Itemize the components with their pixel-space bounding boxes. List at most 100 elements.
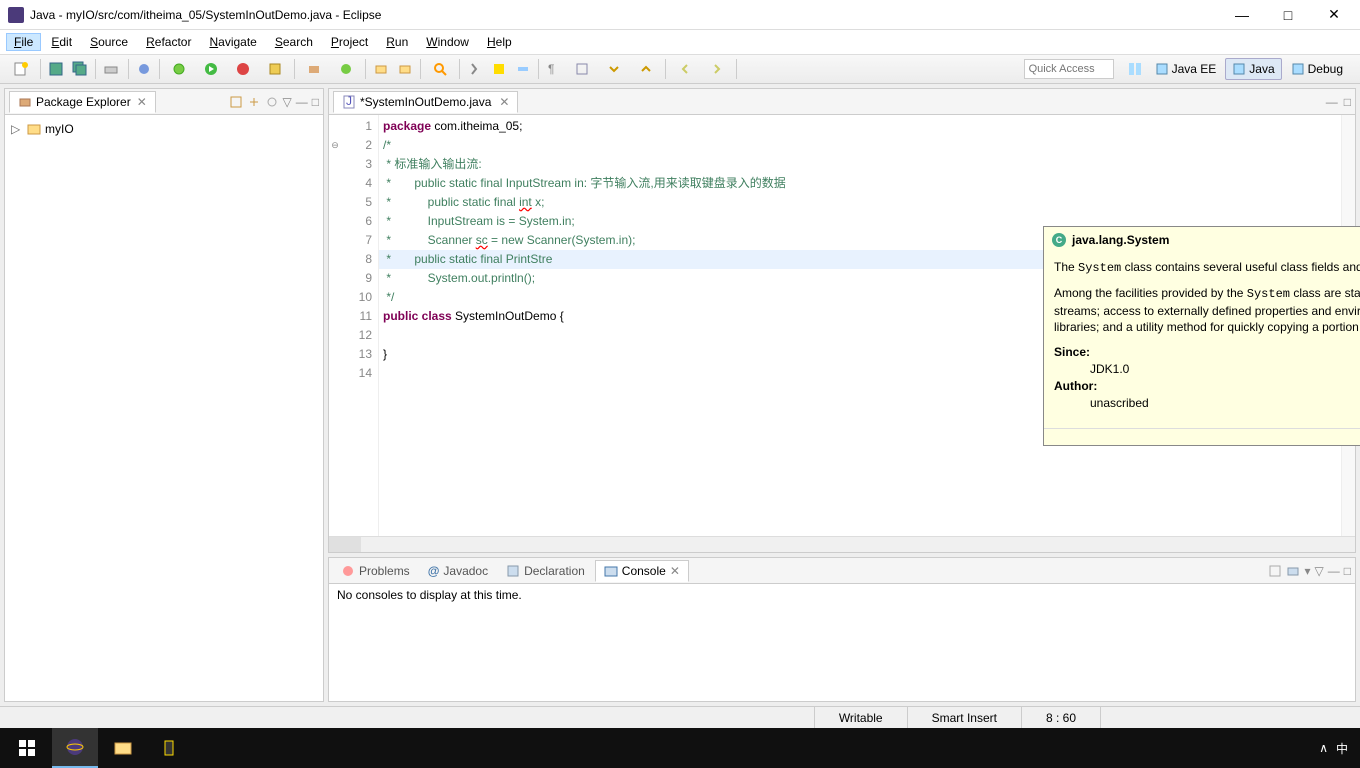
open-task-button[interactable] bbox=[394, 58, 416, 80]
package-explorer-tab[interactable]: Package Explorer ✕ bbox=[9, 91, 156, 113]
status-insert-mode: Smart Insert bbox=[907, 707, 1021, 728]
view-menu-icon[interactable]: ▽ bbox=[283, 95, 292, 109]
annotation-nav-button[interactable] bbox=[567, 58, 597, 80]
menu-search[interactable]: Search bbox=[267, 33, 321, 51]
editor-tab-close-icon[interactable]: ✕ bbox=[499, 95, 509, 109]
quick-access-input[interactable] bbox=[1024, 59, 1114, 79]
maximize-editor-icon[interactable]: □ bbox=[1344, 95, 1351, 109]
status-bar: Writable Smart Insert 8 : 60 bbox=[0, 706, 1360, 728]
perspective-java[interactable]: Java bbox=[1225, 58, 1281, 80]
maximize-button[interactable]: □ bbox=[1274, 5, 1302, 25]
javadoc-title: java.lang.System bbox=[1072, 233, 1169, 247]
external-tools-button[interactable] bbox=[260, 58, 290, 80]
javadoc-footer: Press 'F2' for focus bbox=[1044, 428, 1360, 445]
perspective-debug[interactable]: Debug bbox=[1284, 58, 1350, 80]
back-button[interactable] bbox=[670, 58, 700, 80]
main-area: Package Explorer ✕ ▽ — □ ▷ myIO bbox=[0, 84, 1360, 706]
minimize-button[interactable]: — bbox=[1228, 5, 1256, 25]
javadoc-body: The System class contains several useful… bbox=[1044, 253, 1360, 428]
open-type-button[interactable] bbox=[370, 58, 392, 80]
perspective-java-ee[interactable]: Java EE bbox=[1148, 58, 1224, 80]
maximize-view-icon[interactable]: □ bbox=[312, 95, 319, 109]
javadoc-since-value: JDK1.0 bbox=[1090, 361, 1360, 378]
tray-ime-indicator[interactable]: 中 bbox=[1336, 740, 1348, 757]
display-console-icon[interactable] bbox=[1286, 564, 1300, 578]
minimize-editor-icon[interactable]: — bbox=[1326, 95, 1338, 109]
editor-tab[interactable]: J *SystemInOutDemo.java ✕ bbox=[333, 91, 518, 113]
menu-file[interactable]: File bbox=[6, 33, 41, 51]
highlight-button[interactable] bbox=[488, 58, 510, 80]
tab-javadoc[interactable]: @Javadoc bbox=[420, 561, 496, 581]
menu-navigate[interactable]: Navigate bbox=[201, 33, 264, 51]
package-explorer-title: Package Explorer bbox=[36, 95, 131, 109]
menu-project[interactable]: Project bbox=[323, 33, 376, 51]
start-button[interactable] bbox=[4, 728, 50, 768]
center-panel: J *SystemInOutDemo.java ✕ — □ ⊖ 12345678… bbox=[328, 88, 1356, 702]
expand-arrow-icon[interactable]: ▷ bbox=[11, 122, 23, 136]
prev-annotation-button[interactable] bbox=[631, 58, 661, 80]
javadoc-author-value: unascribed bbox=[1090, 395, 1360, 412]
pin-console-icon[interactable] bbox=[1268, 564, 1282, 578]
tray-chevron-icon[interactable]: ∧ bbox=[1319, 741, 1328, 755]
eclipse-icon bbox=[8, 7, 24, 23]
menu-source[interactable]: Source bbox=[82, 33, 136, 51]
taskbar-eclipse-button[interactable] bbox=[52, 728, 98, 768]
save-button[interactable] bbox=[45, 58, 67, 80]
close-button[interactable]: ✕ bbox=[1320, 5, 1348, 25]
menu-window[interactable]: Window bbox=[418, 33, 477, 51]
project-name: myIO bbox=[45, 122, 74, 136]
taskbar-explorer-button[interactable] bbox=[100, 728, 146, 768]
debug-button[interactable] bbox=[164, 58, 194, 80]
svg-text:¶: ¶ bbox=[548, 62, 554, 76]
minimize-view-icon[interactable]: — bbox=[296, 95, 308, 109]
tab-declaration[interactable]: Declaration bbox=[498, 561, 593, 581]
refactor-button[interactable] bbox=[512, 58, 534, 80]
maximize-console-icon[interactable]: □ bbox=[1344, 564, 1351, 578]
menu-edit[interactable]: Edit bbox=[43, 33, 80, 51]
package-explorer-view: Package Explorer ✕ ▽ — □ ▷ myIO bbox=[4, 88, 324, 702]
tab-problems[interactable]: Problems bbox=[333, 561, 418, 581]
menu-bar: FileEditSourceRefactorNavigateSearchProj… bbox=[0, 30, 1360, 54]
open-console-icon[interactable]: ▾ bbox=[1304, 564, 1310, 578]
editor-tab-title: *SystemInOutDemo.java bbox=[360, 95, 491, 109]
taskbar-app-button[interactable] bbox=[148, 728, 194, 768]
window-title: Java - myIO/src/com/itheima_05/SystemInO… bbox=[30, 8, 1228, 22]
console-view-menu-icon[interactable]: ▽ bbox=[1315, 564, 1324, 578]
project-item[interactable]: ▷ myIO bbox=[11, 121, 317, 137]
next-annotation-button[interactable] bbox=[599, 58, 629, 80]
title-bar: Java - myIO/src/com/itheima_05/SystemInO… bbox=[0, 0, 1360, 30]
tab-close-icon[interactable]: ✕ bbox=[137, 95, 147, 109]
print-button[interactable] bbox=[100, 58, 122, 80]
build-button[interactable] bbox=[133, 58, 155, 80]
status-cursor-pos: 8 : 60 bbox=[1021, 707, 1100, 728]
console-message: No consoles to display at this time. bbox=[337, 588, 522, 602]
line-number-gutter: 1234567891011121314 bbox=[341, 115, 379, 536]
minimize-console-icon[interactable]: — bbox=[1328, 564, 1340, 578]
new-class-button[interactable] bbox=[331, 58, 361, 80]
main-toolbar: ¶ Java EEJavaDebug bbox=[0, 54, 1360, 84]
status-writable: Writable bbox=[814, 707, 907, 728]
tab-console[interactable]: Console ✕ bbox=[595, 560, 689, 582]
save-all-button[interactable] bbox=[69, 58, 91, 80]
show-whitespace-button[interactable]: ¶ bbox=[543, 58, 565, 80]
new-package-button[interactable] bbox=[299, 58, 329, 80]
forward-button[interactable] bbox=[702, 58, 732, 80]
new-button[interactable] bbox=[6, 58, 36, 80]
horizontal-scrollbar[interactable] bbox=[329, 536, 1355, 552]
open-perspective-button[interactable] bbox=[1124, 58, 1146, 80]
project-icon bbox=[27, 122, 41, 136]
windows-taskbar: ∧ 中 bbox=[0, 728, 1360, 768]
search-button[interactable] bbox=[425, 58, 455, 80]
project-tree[interactable]: ▷ myIO bbox=[5, 115, 323, 701]
javadoc-author-label: Author: bbox=[1054, 378, 1360, 395]
menu-run[interactable]: Run bbox=[378, 33, 416, 51]
link-editor-icon[interactable] bbox=[247, 95, 261, 109]
menu-help[interactable]: Help bbox=[479, 33, 520, 51]
run-button[interactable] bbox=[196, 58, 226, 80]
run-last-button[interactable] bbox=[228, 58, 258, 80]
java-file-icon: J bbox=[342, 95, 356, 109]
toggle-mark-button[interactable] bbox=[464, 58, 486, 80]
focus-icon[interactable] bbox=[265, 95, 279, 109]
menu-refactor[interactable]: Refactor bbox=[138, 33, 199, 51]
collapse-all-icon[interactable] bbox=[229, 95, 243, 109]
